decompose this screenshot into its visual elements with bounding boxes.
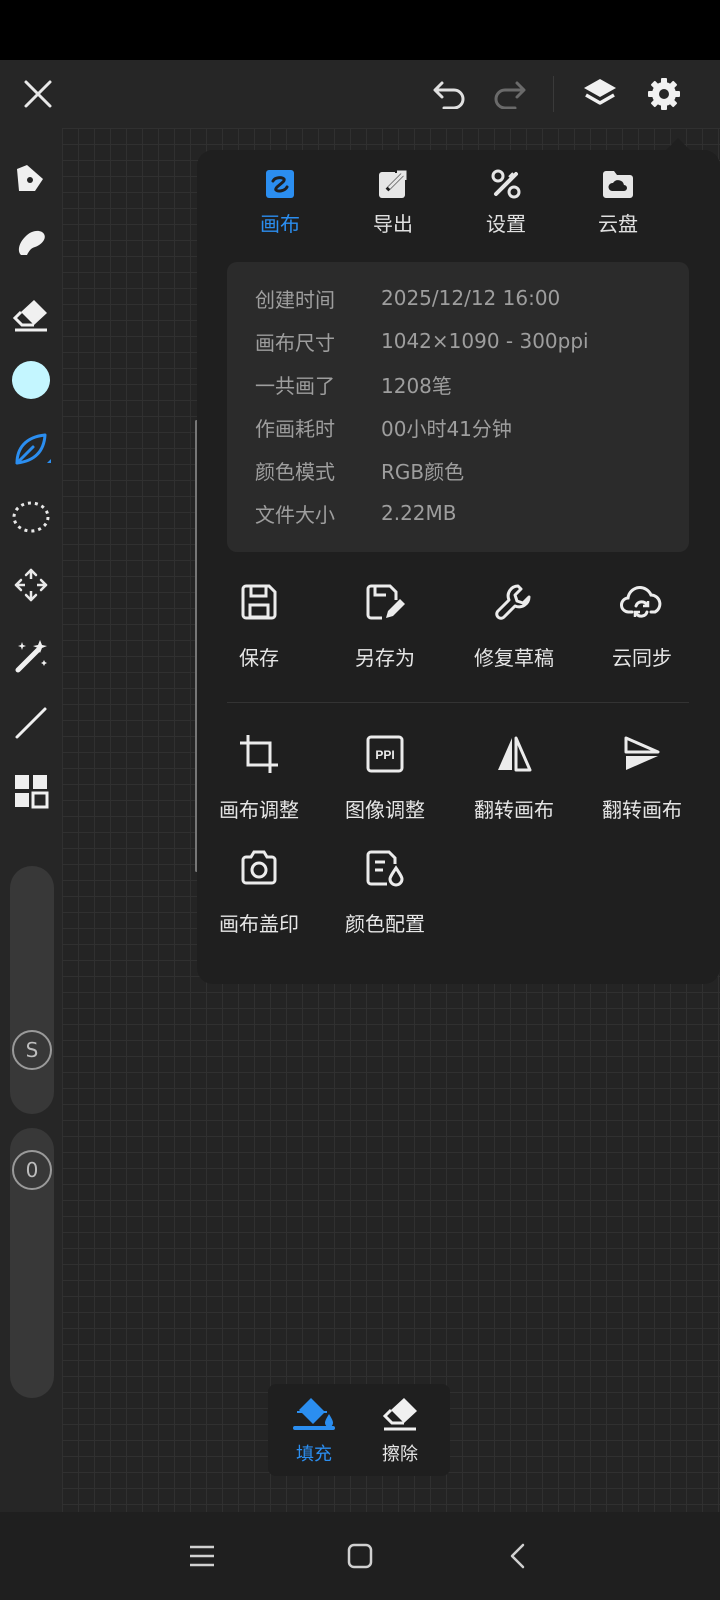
undo-icon[interactable] — [428, 74, 472, 114]
info-key: 画布尺寸 — [255, 330, 335, 355]
size-slider-knob[interactable]: S — [12, 1030, 52, 1070]
save-as-button[interactable]: 另存为 — [323, 578, 447, 671]
cloud-sync-label: 云同步 — [612, 646, 672, 670]
image-adjust-label: 图像调整 — [345, 798, 425, 822]
info-row: 一共画了 1208笔 — [255, 362, 452, 406]
cloud-sync-button[interactable]: 云同步 — [580, 578, 704, 671]
info-key: 一共画了 — [255, 373, 335, 398]
export-icon — [377, 168, 409, 204]
info-row: 作画耗时 00小时41分钟 — [255, 405, 512, 449]
tab-cloud-label: 云盘 — [598, 212, 638, 236]
info-row: 画布尺寸 1042×1090 - 300ppi — [255, 319, 589, 363]
info-row: 创建时间 2025/12/12 16:00 — [255, 276, 560, 320]
opacity-slider[interactable]: 0 — [10, 1128, 54, 1398]
tools-icon — [490, 168, 522, 204]
back-icon[interactable] — [498, 1536, 538, 1576]
line-tool-icon[interactable] — [8, 700, 54, 746]
svg-text:PPI: PPI — [375, 748, 394, 762]
info-value: 2.22MB — [381, 501, 457, 525]
section-divider — [227, 702, 689, 703]
tab-canvas-label: 画布 — [260, 212, 300, 236]
info-value: 00小时41分钟 — [381, 416, 512, 441]
repair-draft-label: 修复草稿 — [474, 646, 554, 670]
settings-gear-icon[interactable] — [642, 72, 686, 116]
info-value: 2025/12/12 16:00 — [381, 286, 561, 310]
fill-erase-popup: 填充 擦除 — [268, 1384, 450, 1476]
left-toolbar: S 0 — [0, 128, 62, 1512]
opacity-slider-knob[interactable]: 0 — [12, 1150, 52, 1190]
flip-canvas-vertical-label: 翻转画布 — [602, 798, 682, 822]
info-key: 文件大小 — [255, 502, 335, 527]
image-adjust-button[interactable]: PPI 图像调整 — [323, 730, 447, 823]
grid-menu-icon[interactable] — [8, 768, 54, 814]
info-value: 1042×1090 - 300ppi — [381, 329, 589, 353]
brush-size-slider[interactable]: S — [10, 866, 54, 1114]
wrench-icon — [494, 582, 534, 626]
canvas-stamp-button[interactable]: 画布盖印 — [197, 844, 321, 937]
tab-export-label: 导出 — [373, 212, 413, 236]
color-profile-button[interactable]: 颜色配置 — [323, 844, 447, 937]
canvas-menu-panel: 画布 导出 设置 云盘 创建时间 2025/12/12 16:00 画布尺寸 104… — [197, 150, 720, 984]
tab-export[interactable]: 导出 — [343, 168, 443, 238]
info-key: 创建时间 — [255, 287, 335, 312]
pen-tool-icon[interactable] — [8, 156, 54, 202]
eraser-tool-icon[interactable] — [8, 292, 54, 338]
fill-label: 填充 — [296, 1444, 332, 1465]
canvas-adjust-button[interactable]: 画布调整 — [197, 730, 321, 823]
save-as-icon — [364, 582, 406, 626]
erase-button[interactable]: 擦除 — [364, 1394, 436, 1466]
info-key: 作画耗时 — [255, 416, 335, 441]
canvas-adjust-label: 画布调整 — [219, 798, 299, 822]
info-row: 文件大小 2.22MB — [255, 491, 457, 535]
smudge-tool-icon[interactable] — [8, 220, 54, 266]
flip-vertical-icon — [622, 734, 662, 778]
toolbar-divider — [553, 76, 554, 112]
repair-draft-button[interactable]: 修复草稿 — [452, 578, 576, 671]
lasso-select-icon[interactable] — [8, 494, 54, 540]
flip-horizontal-icon — [494, 734, 534, 778]
info-value: 1208笔 — [381, 373, 452, 398]
color-swatch[interactable] — [12, 361, 50, 399]
status-bar — [0, 0, 720, 60]
flip-canvas-horizontal-label: 翻转画布 — [474, 798, 554, 822]
erase-label: 擦除 — [382, 1444, 418, 1465]
canvas-icon — [264, 168, 296, 204]
info-value: RGB颜色 — [381, 459, 465, 484]
top-toolbar — [0, 60, 720, 128]
cloud-sync-icon — [619, 582, 665, 626]
save-icon — [239, 582, 279, 626]
tab-canvas[interactable]: 画布 — [230, 168, 330, 238]
close-icon[interactable] — [18, 74, 58, 114]
layers-icon[interactable] — [578, 72, 622, 116]
canvas-info-box: 创建时间 2025/12/12 16:00 画布尺寸 1042×1090 - 300… — [227, 262, 689, 552]
color-profile-icon — [365, 848, 405, 892]
tab-cloud[interactable]: 云盘 — [568, 168, 668, 238]
eraser-icon — [364, 1394, 436, 1434]
info-row: 颜色模式 RGB颜色 — [255, 448, 464, 492]
flip-canvas-vertical-button[interactable]: 翻转画布 — [580, 730, 704, 823]
home-icon[interactable] — [340, 1536, 380, 1576]
cloud-folder-icon — [601, 168, 635, 204]
magic-wand-icon[interactable] — [8, 632, 54, 678]
camera-icon — [239, 848, 279, 892]
crop-icon — [238, 733, 280, 779]
menu-icon[interactable] — [182, 1536, 222, 1576]
fill-button[interactable]: 填充 — [278, 1394, 350, 1466]
ppi-icon: PPI — [365, 734, 405, 778]
flip-canvas-horizontal-button[interactable]: 翻转画布 — [452, 730, 576, 823]
tab-settings-label: 设置 — [486, 212, 526, 236]
save-as-label: 另存为 — [355, 646, 415, 670]
save-label: 保存 — [239, 646, 279, 670]
color-profile-label: 颜色配置 — [345, 912, 425, 936]
paint-bucket-icon — [278, 1394, 350, 1434]
tab-settings[interactable]: 设置 — [456, 168, 556, 238]
system-nav-bar — [0, 1512, 720, 1600]
brush-leaf-icon[interactable] — [8, 426, 54, 472]
move-transform-icon[interactable] — [8, 562, 54, 608]
info-key: 颜色模式 — [255, 459, 335, 484]
redo-icon[interactable] — [487, 74, 531, 114]
canvas-stamp-label: 画布盖印 — [219, 912, 299, 936]
save-button[interactable]: 保存 — [197, 578, 321, 671]
